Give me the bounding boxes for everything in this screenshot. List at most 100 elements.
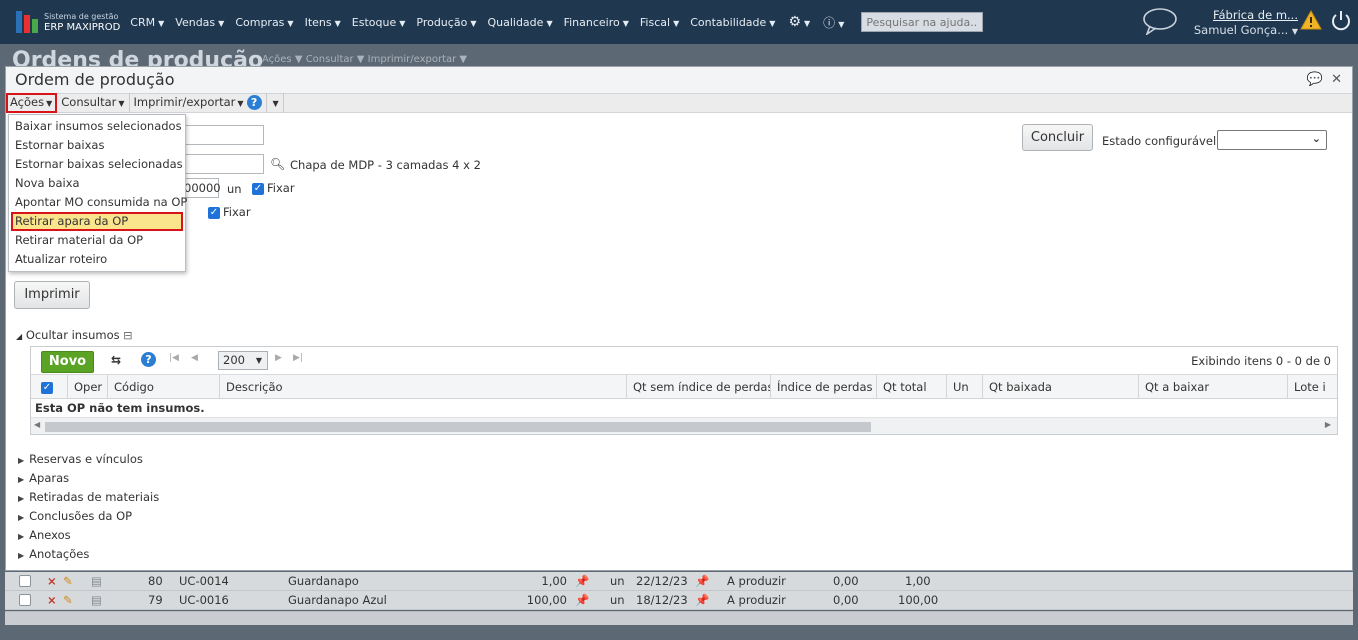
nav-contabilidade[interactable]: Contabilidade ▼ [690,16,775,29]
select-all-checkbox[interactable]: ✓ [31,375,67,399]
menu-item-estornar-baixas[interactable]: Estornar baixas [9,136,185,155]
row-checkbox[interactable] [19,575,31,587]
nav-producao[interactable]: Produção ▼ [416,16,476,29]
nav-estoque[interactable]: Estoque ▼ [352,16,406,29]
col-qt-baixada[interactable]: Qt baixada [982,375,1138,399]
row-value-2: 1,00 [905,574,931,588]
grid-toolbar: Novo ⇆ ? |◀ ◀ 200 ▼ ▶ ▶| Exibindo itens 0… [31,347,1337,375]
section-conclusoes[interactable]: ▶ Conclusões da OP [18,509,132,523]
pin-icon[interactable]: 📌 [695,574,709,588]
menu-item-estornar-selecionadas[interactable]: Estornar baixas selecionadas [9,155,185,174]
edit-pencil-icon[interactable]: ✎ [63,574,73,588]
col-lote[interactable]: Lote i [1287,375,1337,399]
acoes-menu-button[interactable]: Ações ▼ [6,93,58,113]
pin-icon[interactable]: 📌 [575,593,589,607]
imprimir-button[interactable]: Imprimir [14,281,90,309]
estado-configuravel-select[interactable]: ⌄ [1217,130,1327,150]
col-indice-perdas[interactable]: Índice de perdas [770,375,876,399]
row-code: UC-0016 [179,593,229,607]
help-icon[interactable]: ⓘ ▼ [821,14,844,31]
pin-icon[interactable]: 📌 [695,593,709,607]
quantity-field[interactable]: 00000 [184,178,221,198]
settings-gear-icon[interactable]: ⚙ ▼ [786,14,810,30]
logo-line1: Sistema de gestão [44,12,119,21]
menu-item-baixar-insumos[interactable]: Baixar insumos selecionados [9,117,185,136]
nav-financeiro[interactable]: Financeiro ▼ [564,16,629,29]
company-name[interactable]: Fábrica de m... [1192,8,1298,23]
nav-itens[interactable]: Itens ▼ [305,16,341,29]
concluir-button[interactable]: Concluir [1022,124,1093,151]
novo-button[interactable]: Novo [41,351,94,373]
fixar-checkbox-2[interactable]: ✓ Fixar [208,205,251,219]
grid-empty-message: Esta OP não tem insumos. [31,399,1337,418]
more-menu-button[interactable]: ▼ [267,93,284,113]
pin-icon[interactable]: 📌 [575,574,589,588]
search-icon[interactable]: 🔍︎ [270,157,285,171]
close-icon[interactable]: ✕ [1331,72,1342,87]
prev-page-icon[interactable]: ◀ [191,353,198,363]
menu-item-retirar-apara[interactable]: Retirar apara da OP [11,212,183,231]
refresh-icon[interactable]: ⇆ [111,353,121,367]
col-qt-sem-indice[interactable]: Qt sem índice de perdas [626,375,770,399]
scroll-left-icon[interactable]: ◀ [34,420,40,429]
delete-icon[interactable]: × [47,574,57,588]
items-count: Exibindo itens 0 - 0 de 0 [1191,354,1331,368]
power-icon[interactable] [1330,9,1352,31]
logo[interactable]: Sistema de gestão ERP MAXIPROD [16,11,120,33]
row-number: 79 [148,593,163,607]
order-field[interactable] [184,125,264,145]
item-code-field[interactable] [184,154,264,174]
row-value-2: 100,00 [898,593,939,607]
fixar-checkbox-1[interactable]: ✓ Fixar [252,181,295,195]
help-search-input[interactable] [861,12,984,32]
edit-pencil-icon[interactable]: ✎ [63,593,73,607]
comment-icon[interactable]: 💬 [1307,72,1323,87]
first-page-icon[interactable]: |◀ [169,353,179,363]
section-reservas[interactable]: ▶ Reservas e vínculos [18,452,143,466]
background-scrollbar[interactable] [5,611,1353,625]
nav-fiscal[interactable]: Fiscal ▼ [640,16,679,29]
row-unit: un [610,574,625,588]
grid-horizontal-scrollbar[interactable]: ◀ ▶ [31,418,1337,434]
last-page-icon[interactable]: ▶| [293,353,303,363]
menu-item-atualizar-roteiro[interactable]: Atualizar roteiro [9,250,185,269]
scrollbar-thumb[interactable] [45,422,871,432]
consultar-menu-button[interactable]: Consultar ▼ [57,93,130,113]
nav-qualidade[interactable]: Qualidade ▼ [487,16,552,29]
col-qt-total[interactable]: Qt total [876,375,946,399]
section-anexos[interactable]: ▶ Anexos [18,528,71,542]
col-qt-a-baixar[interactable]: Qt a baixar [1138,375,1287,399]
user-menu[interactable]: Fábrica de m... Samuel Gonça... ▼ [1192,8,1298,39]
print-icon[interactable]: ▤ [91,593,102,607]
section-aparas[interactable]: ▶ Aparas [18,471,69,485]
background-page-actions: Ações ▼ Consultar ▼ Imprimir/exportar ▼ [262,54,468,65]
table-row[interactable]: × ✎ ▤ 79 UC-0016 Guardanapo Azul 100,00 … [5,591,1353,610]
chat-bubble-icon[interactable] [1142,7,1178,35]
delete-icon[interactable]: × [47,593,57,607]
col-un[interactable]: Un [946,375,982,399]
print-icon[interactable]: ▤ [91,574,102,588]
insumos-toggle[interactable]: ◢ Ocultar insumos ⊟ [16,328,132,342]
help-icon[interactable]: ? [246,95,262,110]
nav-compras[interactable]: Compras ▼ [235,16,293,29]
section-anotacoes[interactable]: ▶ Anotações [18,547,89,561]
page-size-select[interactable]: 200 ▼ [218,351,268,370]
menu-item-retirar-material[interactable]: Retirar material da OP [9,231,185,250]
user-name[interactable]: Samuel Gonça... [1194,23,1288,37]
imprimir-exportar-menu-button[interactable]: Imprimir/exportar ▼? [130,93,267,113]
nav-crm[interactable]: CRM ▼ [130,16,164,29]
menu-item-apontar-mo[interactable]: Apontar MO consumida na OP [9,193,187,212]
menu-item-nova-baixa[interactable]: Nova baixa [9,174,185,193]
grid-help-icon[interactable]: ? [141,352,156,367]
section-retiradas[interactable]: ▶ Retiradas de materiais [18,490,159,504]
col-oper[interactable]: Oper [67,375,107,399]
col-codigo[interactable]: Código [107,375,219,399]
table-row[interactable]: × ✎ ▤ 80 UC-0014 Guardanapo 1,00 📌 un 22… [5,572,1353,591]
warning-icon[interactable] [1300,10,1322,30]
logo-icon [16,11,38,33]
scroll-right-icon[interactable]: ▶ [1325,420,1331,429]
col-descricao[interactable]: Descrição [219,375,626,399]
row-checkbox[interactable] [19,594,31,606]
nav-vendas[interactable]: Vendas ▼ [175,16,224,29]
next-page-icon[interactable]: ▶ [275,353,282,363]
